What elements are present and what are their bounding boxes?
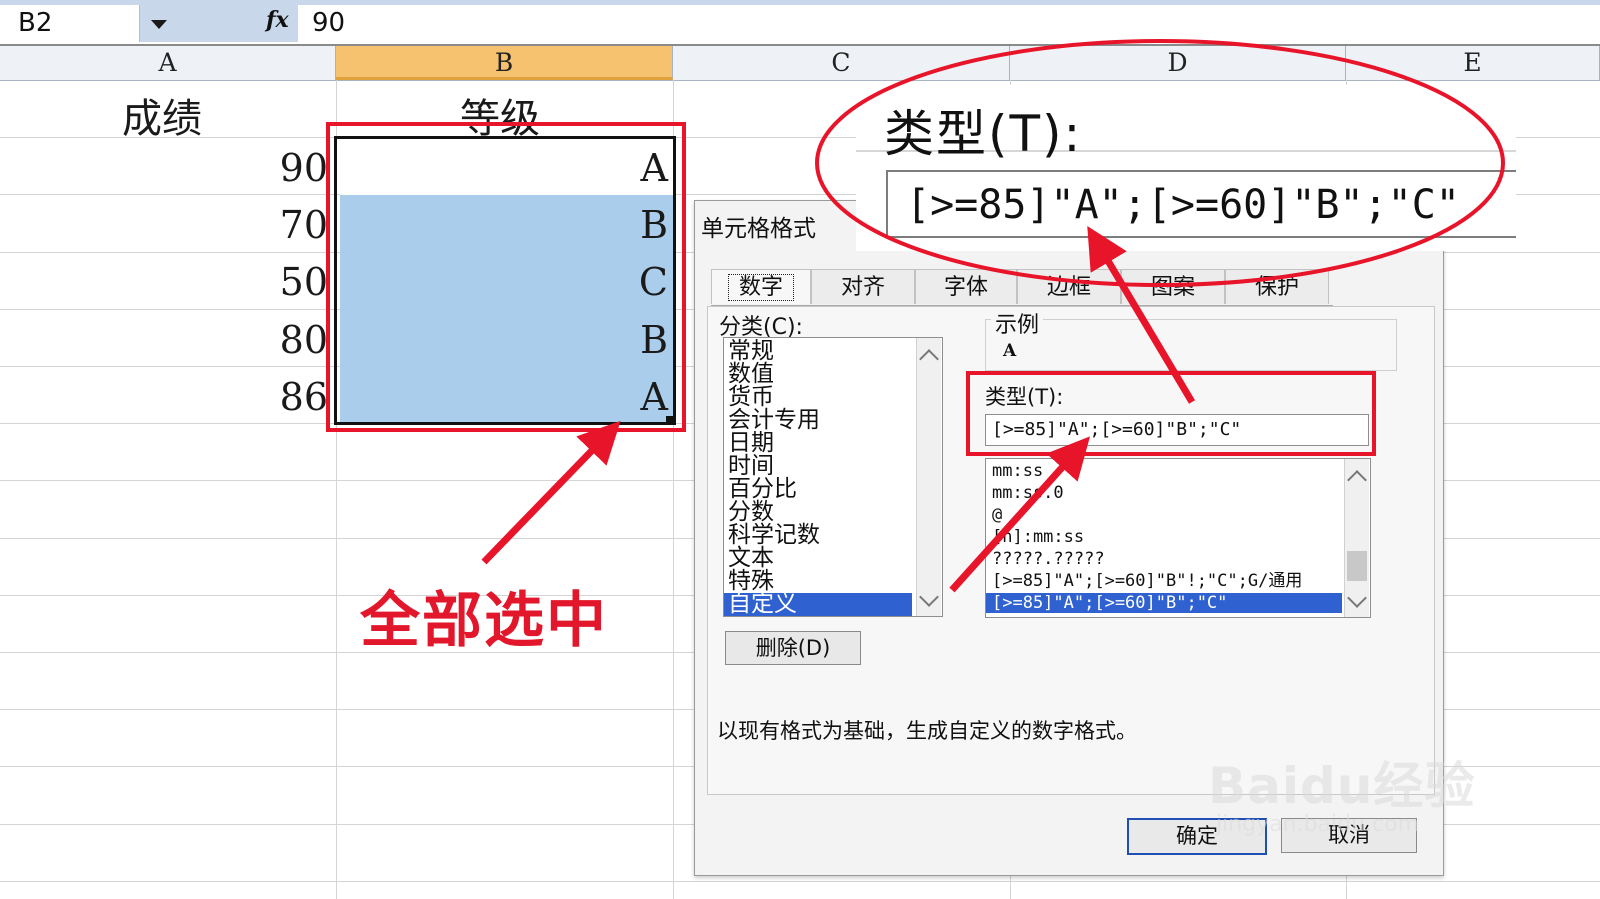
cell-a6[interactable]: 86 bbox=[200, 375, 328, 419]
column-header-row: A B C D E bbox=[0, 46, 1600, 81]
fill-handle[interactable] bbox=[666, 416, 673, 423]
category-item[interactable]: 百分比 bbox=[728, 478, 797, 501]
watermark: Baidu经验 jingyan.baidu.com bbox=[1208, 712, 1488, 842]
cell-a4[interactable]: 50 bbox=[200, 260, 328, 304]
format-item[interactable]: ?????.????? bbox=[992, 549, 1105, 569]
name-box[interactable]: B2 bbox=[0, 5, 140, 42]
dialog-tabs: 数字 对齐 字体 边框 图案 保护 bbox=[711, 269, 1333, 306]
sample-label: 示例 bbox=[991, 307, 1044, 339]
column-header-a[interactable]: A bbox=[0, 46, 336, 80]
scroll-down-icon[interactable] bbox=[919, 587, 939, 607]
column-header-b[interactable]: B bbox=[336, 46, 673, 80]
category-scrollbar[interactable] bbox=[916, 338, 941, 616]
scroll-up-icon[interactable] bbox=[919, 349, 939, 369]
format-item[interactable]: @ bbox=[992, 505, 1002, 525]
zoom-type-input: [>=85]"A";[>=60]"B";"C" bbox=[886, 170, 1516, 238]
tab-alignment[interactable]: 对齐 bbox=[811, 269, 915, 304]
category-item[interactable]: 时间 bbox=[728, 455, 774, 478]
format-item[interactable]: mm:ss.0 bbox=[992, 483, 1064, 503]
tab-number-label: 数字 bbox=[727, 274, 794, 301]
description-text: 以现有格式为基础，生成自定义的数字格式。 bbox=[717, 719, 1137, 743]
scroll-thumb[interactable] bbox=[1347, 551, 1367, 581]
tab-patterns[interactable]: 图案 bbox=[1121, 269, 1225, 304]
cell-a3[interactable]: 70 bbox=[200, 203, 328, 247]
format-item[interactable]: mm:ss bbox=[992, 461, 1043, 481]
format-code-list[interactable]: mm:ss mm:ss.0 @ [h]:mm:ss ?????.????? [>… bbox=[985, 458, 1371, 618]
watermark-url: jingyan.baidu.com bbox=[1216, 812, 1420, 837]
sample-value: A bbox=[1003, 341, 1017, 361]
tab-border[interactable]: 边框 bbox=[1017, 269, 1121, 304]
tab-protection[interactable]: 保护 bbox=[1225, 269, 1329, 304]
category-item[interactable]: 分数 bbox=[728, 501, 774, 524]
formula-bar: B2 fx 90 bbox=[0, 0, 1600, 46]
dialog-title: 单元格格式 bbox=[701, 216, 816, 242]
name-box-dropdown[interactable] bbox=[140, 5, 178, 42]
cell-a5[interactable]: 80 bbox=[200, 318, 328, 362]
chevron-down-icon bbox=[151, 20, 167, 29]
scroll-down-icon[interactable] bbox=[1347, 588, 1367, 608]
category-item[interactable]: 货币 bbox=[728, 386, 774, 409]
type-label: 类型(T): bbox=[985, 385, 1064, 409]
category-list[interactable]: 常规 数值 货币 会计专用 日期 时间 百分比 分数 科学记数 文本 特殊 自定… bbox=[723, 337, 943, 617]
fx-area: fx bbox=[178, 5, 298, 42]
tab-number[interactable]: 数字 bbox=[711, 269, 811, 304]
scroll-up-icon[interactable] bbox=[1347, 470, 1367, 490]
column-header-e[interactable]: E bbox=[1346, 46, 1600, 80]
sample-group bbox=[985, 319, 1397, 371]
fx-icon[interactable]: fx bbox=[266, 7, 289, 33]
formula-input[interactable]: 90 bbox=[312, 5, 345, 42]
category-item[interactable]: 会计专用 bbox=[728, 409, 820, 432]
category-item[interactable]: 常规 bbox=[728, 340, 774, 363]
cell-a1[interactable]: 成绩 bbox=[122, 86, 202, 144]
category-item-selected[interactable]: 自定义 bbox=[724, 593, 912, 616]
format-item[interactable]: [h]:mm:ss bbox=[992, 527, 1084, 547]
column-header-d[interactable]: D bbox=[1010, 46, 1346, 80]
type-input[interactable]: [>=85]"A";[>=60]"B";"C" bbox=[985, 414, 1369, 446]
category-item[interactable]: 数值 bbox=[728, 363, 774, 386]
category-item[interactable]: 特殊 bbox=[728, 570, 774, 593]
delete-button[interactable]: 删除(D) bbox=[725, 631, 861, 665]
annotation-text: 全部选中 bbox=[360, 586, 608, 656]
zoom-type-label: 类型(T): bbox=[884, 105, 1083, 163]
format-scrollbar[interactable] bbox=[1344, 459, 1369, 617]
category-item[interactable]: 日期 bbox=[728, 432, 774, 455]
selection-outline bbox=[334, 136, 676, 425]
column-header-c[interactable]: C bbox=[673, 46, 1010, 80]
category-item[interactable]: 文本 bbox=[728, 547, 774, 570]
watermark-text: Baidu经验 bbox=[1208, 757, 1476, 815]
category-item[interactable]: 科学记数 bbox=[728, 524, 820, 547]
tab-font[interactable]: 字体 bbox=[915, 269, 1017, 304]
cell-a2[interactable]: 90 bbox=[200, 146, 328, 190]
format-item[interactable]: [>=85]"A";[>=60]"B"!;"C";G/通用 bbox=[992, 571, 1302, 591]
format-item-selected[interactable]: [>=85]"A";[>=60]"B";"C" bbox=[986, 593, 1342, 613]
